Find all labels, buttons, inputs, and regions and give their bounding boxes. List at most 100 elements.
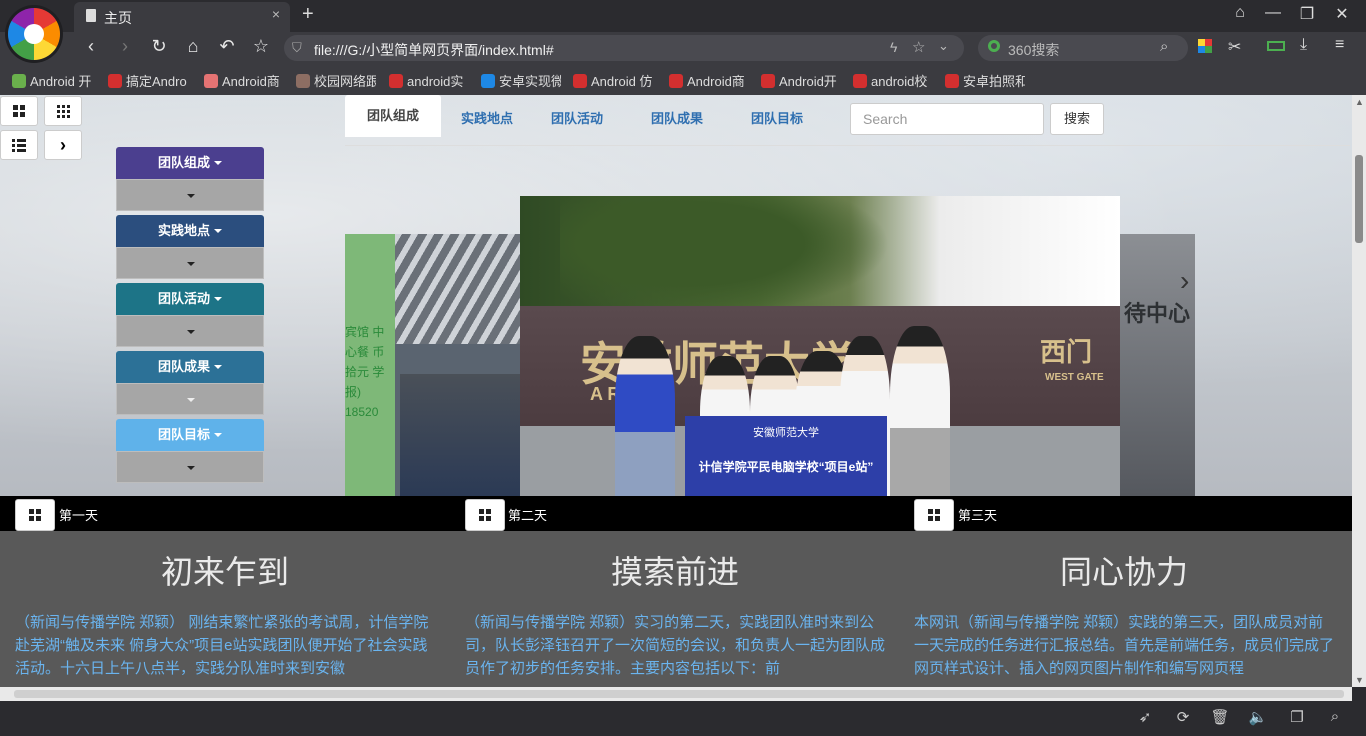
search-icon[interactable]: ⌕ <box>1160 38 1168 55</box>
day-three-body: 本网讯（新闻与传播学院 郑颖）实践的第三天，团队成员对前一天完成的任务进行汇报总… <box>914 614 1335 677</box>
bookmark-favicon-icon <box>108 74 122 88</box>
bookmark-item[interactable]: 校园网络跟 <box>296 71 376 90</box>
bookmark-favicon-icon <box>12 74 26 88</box>
scroll-up-icon[interactable]: ▲ <box>1355 97 1364 107</box>
photo-ceiling <box>395 234 525 344</box>
star-icon[interactable]: ☆ <box>248 36 274 57</box>
rocket-icon[interactable]: ➶ <box>1135 708 1155 726</box>
bookmark-favicon-icon <box>296 74 310 88</box>
volume-icon[interactable]: 🔈 <box>1248 708 1268 726</box>
caret-down-icon <box>214 365 222 369</box>
bookmark-item[interactable]: Android商 <box>669 71 749 90</box>
search-button[interactable]: 搜索 <box>1050 103 1104 135</box>
day-two-label: 第二天 <box>508 508 548 523</box>
bookmark-item[interactable]: android校 <box>853 71 933 90</box>
tab-team-goals[interactable]: 团队目标 <box>751 108 803 127</box>
bookmark-item[interactable]: android实 <box>389 71 467 90</box>
list-view-button[interactable] <box>0 130 38 160</box>
sidebar-item-team-activities[interactable]: 团队活动 <box>116 283 264 315</box>
carousel-expand-icon[interactable]: ⬚ <box>1183 195 1192 206</box>
carousel-next-arrow-icon[interactable]: › <box>1180 265 1189 297</box>
tab-practice-location[interactable]: 实践地点 <box>461 108 513 127</box>
scissors-icon[interactable]: ✂ <box>1228 37 1241 57</box>
search-360-logo-icon <box>988 40 1000 52</box>
undo-icon[interactable]: ↶ <box>214 36 240 57</box>
bookmark-favicon-icon <box>945 74 959 88</box>
bookmark-item[interactable]: 安卓拍照和 <box>945 71 1025 90</box>
thumbnail-view-button[interactable] <box>44 96 82 126</box>
bookmark-item[interactable]: Android 仿 <box>573 71 657 90</box>
trash-icon[interactable]: 🗑 <box>1210 708 1230 726</box>
search-input[interactable]: Search <box>850 103 1044 135</box>
chevron-down-icon[interactable]: ⌄ <box>938 38 949 54</box>
sidebar-dropdown-toggle[interactable] <box>116 247 264 279</box>
refresh-icon[interactable]: ⟳ <box>1173 708 1193 726</box>
day-two-button[interactable] <box>465 499 505 531</box>
new-tab-button[interactable]: + <box>302 3 314 26</box>
back-icon[interactable]: ‹ <box>78 36 104 57</box>
next-button[interactable]: › <box>44 130 82 160</box>
caret-down-icon <box>187 262 195 266</box>
browser-statusbar <box>0 701 1366 736</box>
carousel-main-photo[interactable]: 安徽师范大学 西门 WEST GATE A RSITY 安徽师范大学 计信学院平… <box>520 196 1120 496</box>
battery-icon[interactable] <box>1267 41 1285 51</box>
window-icon[interactable]: ❐ <box>1287 708 1307 726</box>
day-one-heading: 初来乍到 <box>160 554 289 590</box>
grid-icon <box>479 509 491 521</box>
url-text[interactable]: file:///G:/小型简单网页界面/index.html# <box>314 40 554 60</box>
day-one-button[interactable] <box>15 499 55 531</box>
caret-down-icon <box>187 194 195 198</box>
favorite-icon[interactable]: ☆ <box>912 38 925 56</box>
bookmark-item[interactable]: 搞定Andro <box>108 71 190 90</box>
lightning-icon[interactable]: ϟ <box>890 39 897 55</box>
close-window-icon[interactable]: ✕ <box>1330 4 1354 24</box>
tab-title: 主页 <box>104 10 132 26</box>
browser-tab[interactable]: 主页 × <box>74 2 290 32</box>
photo-people <box>400 374 525 496</box>
bookmark-item[interactable]: Android商 <box>204 71 286 90</box>
horizontal-scroll-thumb[interactable] <box>14 690 1344 698</box>
sidebar-item-team-results[interactable]: 团队成果 <box>116 351 264 383</box>
day-three-button[interactable] <box>914 499 954 531</box>
scroll-down-icon[interactable]: ▼ <box>1355 675 1364 685</box>
sidebar-dropdown-toggle[interactable] <box>116 383 264 415</box>
day-three-label: 第三天 <box>958 508 998 523</box>
download-icon[interactable]: ⤓ <box>1300 36 1307 54</box>
sidebar-dropdown-toggle[interactable] <box>116 451 264 483</box>
tab-close-icon[interactable]: × <box>272 6 280 22</box>
bookmark-item[interactable]: Android开 <box>761 71 841 90</box>
restore-icon[interactable]: ❐ <box>1295 4 1319 24</box>
grid-view-button[interactable] <box>0 96 38 126</box>
carousel-indicators[interactable] <box>600 486 894 496</box>
search-360-placeholder[interactable]: 360搜索 <box>1008 40 1059 60</box>
reload-icon[interactable]: ↻ <box>146 36 172 57</box>
carousel-prev-photo: 宾馆 中心餐 币拾元 学报) 18520 <box>345 234 525 496</box>
sidebar-item-team-goals[interactable]: 团队目标 <box>116 419 264 451</box>
forward-icon[interactable]: › <box>112 36 138 57</box>
sidebar-item-team-members[interactable]: 团队组成 <box>116 147 264 179</box>
shield-icon: ⛉ <box>292 40 302 55</box>
gate-west-en-text: WEST GATE <box>1045 372 1104 383</box>
tab-team-results[interactable]: 团队成果 <box>651 108 703 127</box>
list-icon <box>12 138 26 152</box>
day-one-label: 第一天 <box>59 508 99 523</box>
zoom-icon[interactable]: ⌕ <box>1325 708 1345 725</box>
bookmark-item[interactable]: Android 开 <box>12 71 94 90</box>
shirt-icon[interactable]: ⌂ <box>1228 4 1252 22</box>
bookmark-item[interactable]: 安卓实现微 <box>481 71 561 90</box>
sidebar-item-practice-location[interactable]: 实践地点 <box>116 215 264 247</box>
tab-team-activities[interactable]: 团队活动 <box>551 108 603 127</box>
home-icon[interactable]: ⌂ <box>180 36 206 57</box>
photo-sign-text: 宾馆 中心餐 币拾元 学报) 18520 <box>345 325 385 419</box>
browser-logo-icon[interactable] <box>8 8 60 60</box>
menu-icon[interactable]: ≡ <box>1335 36 1344 54</box>
sidebar-dropdown-toggle[interactable] <box>116 179 264 211</box>
tab-team-members[interactable]: 团队组成 <box>345 95 441 137</box>
sidebar-dropdown-toggle[interactable] <box>116 315 264 347</box>
caret-down-icon <box>187 330 195 334</box>
apps-icon[interactable] <box>1198 39 1212 53</box>
minimize-icon[interactable]: — <box>1261 4 1285 22</box>
vertical-scroll-thumb[interactable] <box>1355 155 1363 243</box>
caret-down-icon <box>214 433 222 437</box>
gate-west-text: 西门 <box>1040 338 1093 368</box>
